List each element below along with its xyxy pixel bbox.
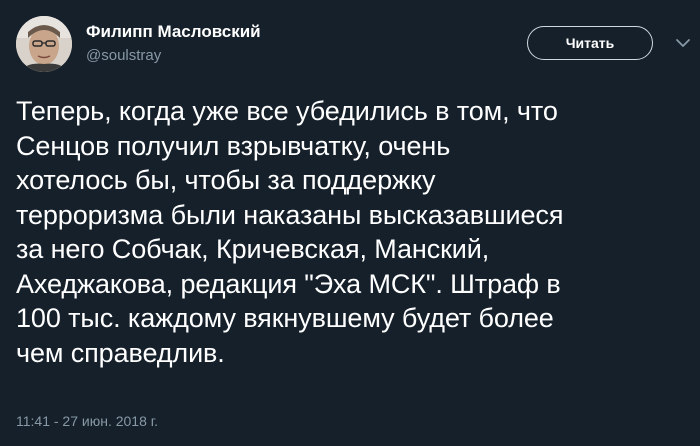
tweet-text-line: Сенцов получил взрывчатку, очень [16,130,451,161]
tweet-text-line: за него Собчак, Кричевская, Манский, [16,234,490,264]
tweet-text-line: хотелось бы, чтобы за поддержку [16,165,436,195]
avatar-photo-icon [16,16,72,72]
tweet-text-line: Ахеджакова, редакция "Эха МСК". Штраф в [16,268,561,299]
tweet-text: Теперь, когда уже все убедились в том, ч… [16,94,692,370]
author-handle[interactable]: @soulstray [86,47,161,64]
tweet-timestamp[interactable]: 11:41 - 27 июн. 2018 г. [16,413,158,429]
tweet-text-line: терроризма были наказаны высказавшиеся [16,199,564,230]
author-name[interactable]: Филипп Масловский [86,22,261,42]
follow-button-label: Читать [565,35,615,51]
tweet-text-line: чем справедлив. [16,337,225,368]
author-avatar[interactable] [16,16,72,72]
tweet-text-line: Теперь, когда уже все убедились в том, ч… [16,96,558,126]
tweet-menu-button[interactable] [670,30,696,56]
chevron-down-icon [676,39,690,47]
tweet-card: Филипп Масловский @soulstray Читать Тепе… [0,0,700,446]
follow-button[interactable]: Читать [527,26,653,60]
tweet-text-line: 100 тыс. каждому вякнувшему будет более [16,303,554,333]
